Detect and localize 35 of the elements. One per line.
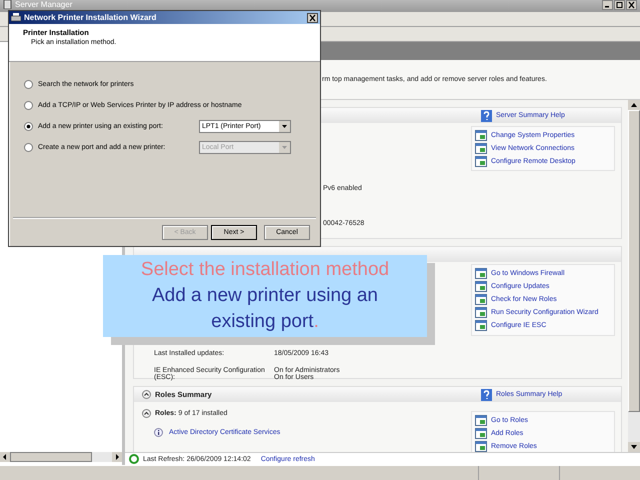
close-icon[interactable] xyxy=(307,12,318,22)
restore-icon[interactable] xyxy=(614,0,625,10)
window-icon xyxy=(475,268,487,280)
window-icon xyxy=(475,428,487,440)
callout-text: Add a new printer using an existing port. xyxy=(150,284,380,334)
radio-button[interactable] xyxy=(24,80,33,89)
window-icon xyxy=(475,130,487,142)
close-icon[interactable] xyxy=(626,0,637,10)
radio-button[interactable] xyxy=(24,143,33,152)
help-icon xyxy=(481,388,492,401)
window-icon xyxy=(475,281,487,292)
collapse-icon[interactable] xyxy=(142,409,151,418)
radio-button[interactable] xyxy=(24,101,33,110)
scroll-thumb[interactable] xyxy=(10,452,92,462)
dialog-title: Network Printer Installation Wizard xyxy=(24,13,156,22)
window-icon xyxy=(475,294,487,306)
collapse-icon[interactable] xyxy=(142,390,151,400)
refresh-icon[interactable] xyxy=(129,454,139,464)
scroll-down-icon[interactable] xyxy=(628,442,640,452)
scroll-up-icon[interactable] xyxy=(628,100,640,110)
window-icon xyxy=(475,143,487,154)
window-icon xyxy=(475,156,487,168)
scroll-left-icon[interactable] xyxy=(0,452,10,462)
scroll-right-icon[interactable] xyxy=(112,452,122,462)
printer-icon xyxy=(11,13,21,22)
minimize-icon[interactable] xyxy=(602,0,613,10)
info-icon xyxy=(154,428,163,438)
window-icon xyxy=(475,415,487,426)
window-icon xyxy=(475,320,487,332)
window-title: Server Manager xyxy=(15,0,72,9)
radio-button[interactable] xyxy=(24,122,33,131)
horizontal-scrollbar[interactable] xyxy=(0,452,122,462)
callout-title: Select the installation method xyxy=(140,258,390,282)
help-icon xyxy=(481,110,492,122)
window-icon xyxy=(475,307,487,318)
